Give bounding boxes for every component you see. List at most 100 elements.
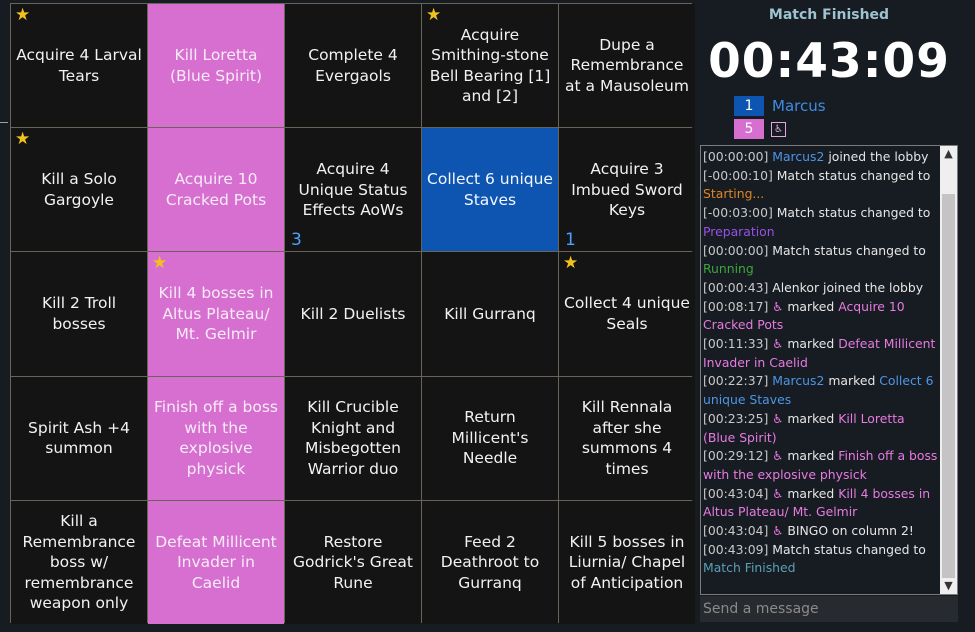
- bingo-cell-label: Kill 2 Troll bosses: [41, 294, 117, 333]
- chat-timestamp: [00:29:12]: [703, 448, 773, 464]
- progress-count: 3: [291, 230, 302, 251]
- bingo-cell-label: Restore Godrick's Great Rune: [293, 532, 413, 592]
- bingo-cell[interactable]: Collect 6 unique Staves: [422, 128, 558, 252]
- bingo-cell[interactable]: Kill 5 bosses in Liurnia/ Chapel of Anti…: [559, 500, 695, 624]
- bingo-cell[interactable]: ★ Acquire 4 Larval Tears: [11, 4, 147, 128]
- chat-message: [00:23:25] ♿ marked Kill Loretta (Blue S…: [703, 410, 939, 447]
- chat-text: Marcus2: [772, 373, 825, 389]
- bingo-cell[interactable]: Return Millicent's Needle: [422, 376, 558, 500]
- bingo-cell[interactable]: Finish off a boss with the explosive phy…: [148, 376, 284, 500]
- team-row-marcus[interactable]: 1 Marcus: [734, 96, 826, 116]
- chat-timestamp: [00:43:09]: [703, 541, 773, 557]
- chat-timestamp: [-00:00:10]: [703, 167, 777, 183]
- bingo-cell[interactable]: ★ Acquire Smithing-stone Bell Bearing [1]…: [422, 4, 558, 128]
- progress-count: 1: [565, 230, 576, 251]
- chat-message: [00:08:17] ♿ marked Acquire 10 Cracked P…: [703, 298, 939, 335]
- chat-text: Match Finished: [703, 560, 796, 576]
- chat-text: Match status changed to: [772, 242, 926, 258]
- bingo-cell[interactable]: Defeat Millicent Invader in Caelid: [148, 500, 284, 624]
- bingo-cell[interactable]: Kill a Remembrance boss w/ remembrance w…: [11, 500, 147, 624]
- chat-text: ♿: [772, 485, 784, 501]
- chat-message: [00:29:12] ♿ marked Finish off a boss wi…: [703, 447, 939, 484]
- chat-text: Match status changed to: [776, 167, 931, 183]
- chat-message: [00:43:04] ♿ BINGO on column 2!: [703, 522, 939, 541]
- chat-timestamp: [00:00:00]: [703, 242, 773, 258]
- bingo-cell[interactable]: Complete 4 Evergaols: [285, 4, 421, 128]
- bingo-cell-label: Acquire 3 Imbued Sword Keys: [571, 160, 683, 220]
- bingo-cell[interactable]: Restore Godrick's Great Rune: [285, 500, 421, 624]
- chat-message: [00:00:43] Alenkor joined the lobby: [703, 279, 939, 298]
- wheelchair-icon: ♿: [771, 121, 786, 137]
- chat-text: Match status changed to: [776, 205, 931, 221]
- chat-text: marked: [783, 336, 839, 352]
- bingo-cell-label: Kill Loretta (Blue Spirit): [169, 46, 263, 85]
- bingo-cell-label: Complete 4 Evergaols: [308, 46, 398, 85]
- bingo-cell-label: Kill 5 bosses in Liurnia/ Chapel of Anti…: [568, 532, 686, 592]
- bingo-cell-label: Collect 6 unique Staves: [427, 170, 553, 209]
- chat-timestamp: [00:23:25]: [703, 410, 773, 426]
- bingo-cell-label: Return Millicent's Needle: [451, 408, 529, 468]
- bingo-cell-label: Kill 2 Duelists: [300, 304, 406, 323]
- chat-text: marked: [824, 373, 880, 389]
- bingo-cell[interactable]: Acquire 4 Unique Status Effects AoWs 3: [285, 128, 421, 252]
- chat-timestamp: [00:00:00]: [703, 149, 773, 164]
- chat-text: Match status changed to: [772, 541, 926, 557]
- bingo-cell-label: Acquire 10 Cracked Pots: [165, 170, 267, 209]
- chat-message: [-00:03:00] Match status changed to Prep…: [703, 204, 939, 241]
- match-sidebar: Match Finished 00:43:09 1 Marcus 5 ♿ [00…: [700, 0, 962, 632]
- chat-timestamp: [00:43:04]: [703, 523, 773, 539]
- bingo-cell-label: Defeat Millicent Invader in Caelid: [155, 532, 277, 592]
- bingo-cell[interactable]: Kill Rennala after she summons 4 times: [559, 376, 695, 500]
- bingo-cell[interactable]: ★ Kill 4 bosses in Altus Plateau/ Mt. Gel…: [148, 252, 284, 376]
- bingo-cell[interactable]: Dupe a Remembrance at a Mausoleum: [559, 4, 695, 128]
- bingo-cell-label: Spirit Ash +4 summon: [28, 418, 130, 458]
- chat-message: [00:43:04] ♿ marked Kill 4 bosses in Alt…: [703, 485, 939, 522]
- bingo-cell-label: Kill Crucible Knight and Misbegotten War…: [305, 398, 401, 478]
- bingo-cell[interactable]: Kill Crucible Knight and Misbegotten War…: [285, 376, 421, 500]
- chat-message: [00:00:00] Match status changed to Runni…: [703, 242, 939, 279]
- chat-text: marked: [783, 448, 839, 464]
- bingo-board: ★ Acquire 4 Larval Tears Kill Loretta (Blu…: [10, 3, 695, 624]
- chat-text: BINGO on column 2!: [783, 523, 914, 539]
- bingo-cell-label: Finish off a boss with the explosive phy…: [153, 398, 279, 478]
- chat-message-input[interactable]: [700, 596, 958, 622]
- team-row-other[interactable]: 5 ♿: [734, 119, 786, 139]
- scroll-up-arrow-icon[interactable]: ▲: [940, 146, 957, 162]
- bingo-cell[interactable]: Kill Loretta (Blue Spirit): [148, 4, 284, 128]
- bingo-cell-label: Kill Rennala after she summons 4 times: [581, 398, 673, 478]
- chat-log-panel[interactable]: [00:00:00] Marcus2 joined the lobby [-00:…: [700, 145, 958, 595]
- chat-timestamp: [00:43:04]: [703, 485, 773, 501]
- bingo-cell[interactable]: ★ Kill a Solo Gargoyle: [11, 128, 147, 252]
- bingo-cell[interactable]: Kill 2 Duelists: [285, 252, 421, 376]
- chat-log: [00:00:00] Marcus2 joined the lobby [-00:…: [703, 148, 939, 578]
- star-icon: ★: [426, 5, 442, 25]
- bingo-cell[interactable]: Acquire 10 Cracked Pots: [148, 128, 284, 252]
- bingo-cell[interactable]: Spirit Ash +4 summon: [11, 376, 147, 500]
- bingo-cell-label: Acquire 4 Unique Status Effects AoWs: [298, 160, 408, 220]
- bingo-cell[interactable]: Feed 2 Deathroot to Gurranq: [422, 500, 558, 624]
- bingo-cell[interactable]: ★ Collect 4 unique Seals: [559, 252, 695, 376]
- chat-text: marked: [783, 485, 839, 501]
- chat-timestamp: [00:22:37]: [703, 373, 773, 389]
- bingo-cell-label: Kill a Solo Gargoyle: [41, 170, 117, 209]
- chat-text: Running: [703, 261, 754, 277]
- chat-scrollbar[interactable]: ▲ ▼: [940, 146, 957, 594]
- chat-text: ♿: [772, 448, 784, 464]
- bingo-cell[interactable]: Acquire 3 Imbued Sword Keys 1: [559, 128, 695, 252]
- team-score-badge: 1: [734, 96, 764, 116]
- chat-text: Marcus2: [772, 149, 825, 164]
- chat-timestamp: [00:08:17]: [703, 298, 773, 314]
- match-status: Match Finished: [768, 7, 890, 23]
- scroll-thumb[interactable]: [942, 194, 955, 578]
- bingo-cell[interactable]: Kill 2 Troll bosses: [11, 252, 147, 376]
- scroll-down-arrow-icon[interactable]: ▼: [940, 578, 957, 594]
- bingo-cell-label: Acquire Smithing-stone Bell Bearing [1] …: [429, 25, 551, 106]
- chat-text: ♿: [772, 298, 784, 314]
- bingo-cell-label: Kill 4 bosses in Altus Plateau/ Mt. Gelm…: [158, 284, 274, 344]
- bingo-cell-label: Collect 4 unique Seals: [564, 294, 690, 333]
- chat-timestamp: [00:11:33]: [703, 336, 773, 352]
- chat-text: marked: [783, 298, 839, 314]
- bingo-cell[interactable]: Kill Gurranq: [422, 252, 558, 376]
- match-timer: 00:43:09: [708, 34, 950, 89]
- chat-message: [00:22:37] Marcus2 marked Collect 6 uniq…: [703, 372, 939, 409]
